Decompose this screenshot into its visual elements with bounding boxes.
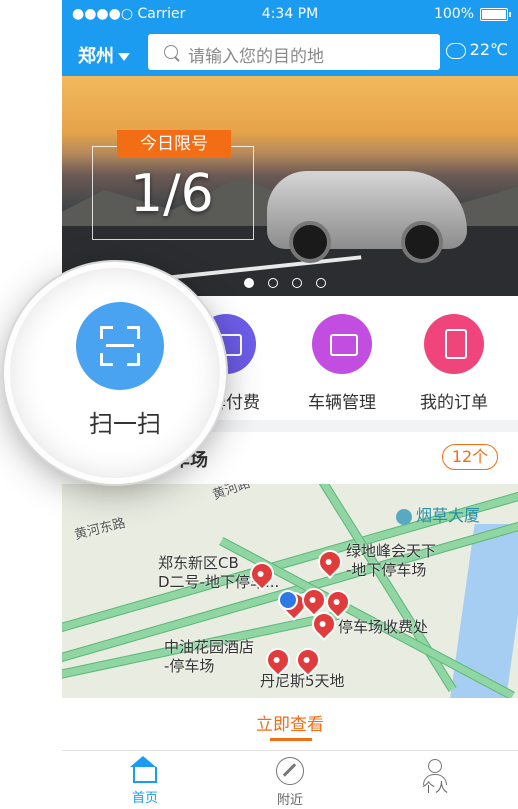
top-header: 郑州 请输入您的目的地 22℃ — [62, 28, 518, 76]
order-icon — [424, 314, 484, 374]
weather-widget[interactable]: 22℃ — [445, 40, 508, 59]
tab-bar: 首页 附近 个人 — [62, 750, 518, 809]
limit-number: 1/6 — [130, 164, 214, 224]
tab-label: 附近 — [276, 793, 303, 808]
user-icon — [423, 759, 447, 785]
view-now-bar: 立即查看 — [62, 698, 518, 750]
place-label[interactable]: 丹尼斯5天地 — [260, 672, 345, 691]
carousel-dots — [244, 273, 340, 292]
compass-icon — [276, 757, 304, 785]
car-icon — [312, 314, 372, 374]
caret-down-icon — [118, 53, 130, 61]
tab-profile[interactable]: 个人 — [400, 757, 470, 796]
scan-icon[interactable] — [76, 302, 164, 390]
city-label: 郑州 — [78, 46, 114, 67]
place-label[interactable]: 停车场收费处 — [338, 618, 428, 637]
home-icon — [130, 756, 157, 783]
action-vehicle-manage[interactable]: 车辆管理 — [290, 314, 394, 413]
tab-label: 首页 — [131, 791, 158, 806]
current-location-marker — [278, 590, 298, 610]
action-my-orders[interactable]: 我的订单 — [402, 314, 506, 413]
landmark-label: 烟草大厦 — [396, 502, 480, 526]
battery-percent: 100% — [433, 6, 474, 22]
carousel-dot[interactable] — [244, 278, 254, 288]
search-icon — [164, 45, 178, 59]
status-bar: ●●●●○ Carrier 4:34 PM 100% — [62, 0, 518, 28]
tab-nearby[interactable]: 附近 — [255, 757, 325, 808]
road-label: 黄河东路 — [72, 515, 128, 544]
action-label: 车辆管理 — [308, 393, 376, 413]
parking-map[interactable]: 烟草大厦 黄河路 黄河东路 郑东新区CB D二号-地下停车... 绿地峰会天下 … — [62, 484, 518, 698]
search-placeholder: 请输入您的目的地 — [188, 47, 324, 67]
cloud-sun-icon — [445, 42, 466, 59]
building-icon — [396, 508, 412, 525]
limit-tag: 今日限号 — [117, 130, 231, 158]
search-input[interactable]: 请输入您的目的地 — [148, 34, 440, 70]
battery-icon — [480, 8, 511, 21]
carousel-dot[interactable] — [316, 278, 326, 288]
banner-carousel[interactable]: 今日限号 1/6 — [62, 76, 518, 296]
road-label: 黄河路 — [210, 484, 253, 504]
count-badge[interactable]: 12个 — [442, 444, 498, 470]
place-label[interactable]: 绿地峰会天下 -地下停车场 — [346, 542, 436, 580]
map-road — [62, 512, 518, 665]
city-selector[interactable]: 郑州 — [78, 42, 130, 68]
scan-frame — [100, 326, 140, 366]
scan-label[interactable]: 扫一扫 — [70, 404, 180, 439]
carousel-dot[interactable] — [268, 278, 278, 288]
view-now-link[interactable]: 立即查看 — [62, 710, 518, 735]
tab-home[interactable]: 首页 — [110, 756, 180, 806]
action-label: 我的订单 — [420, 393, 488, 413]
temperature: 22℃ — [469, 40, 508, 59]
link-underline — [270, 738, 312, 741]
carousel-dot[interactable] — [292, 278, 302, 288]
banner-car-image — [267, 171, 467, 263]
place-label[interactable]: 中油花园酒店 -停车场 — [164, 638, 254, 676]
